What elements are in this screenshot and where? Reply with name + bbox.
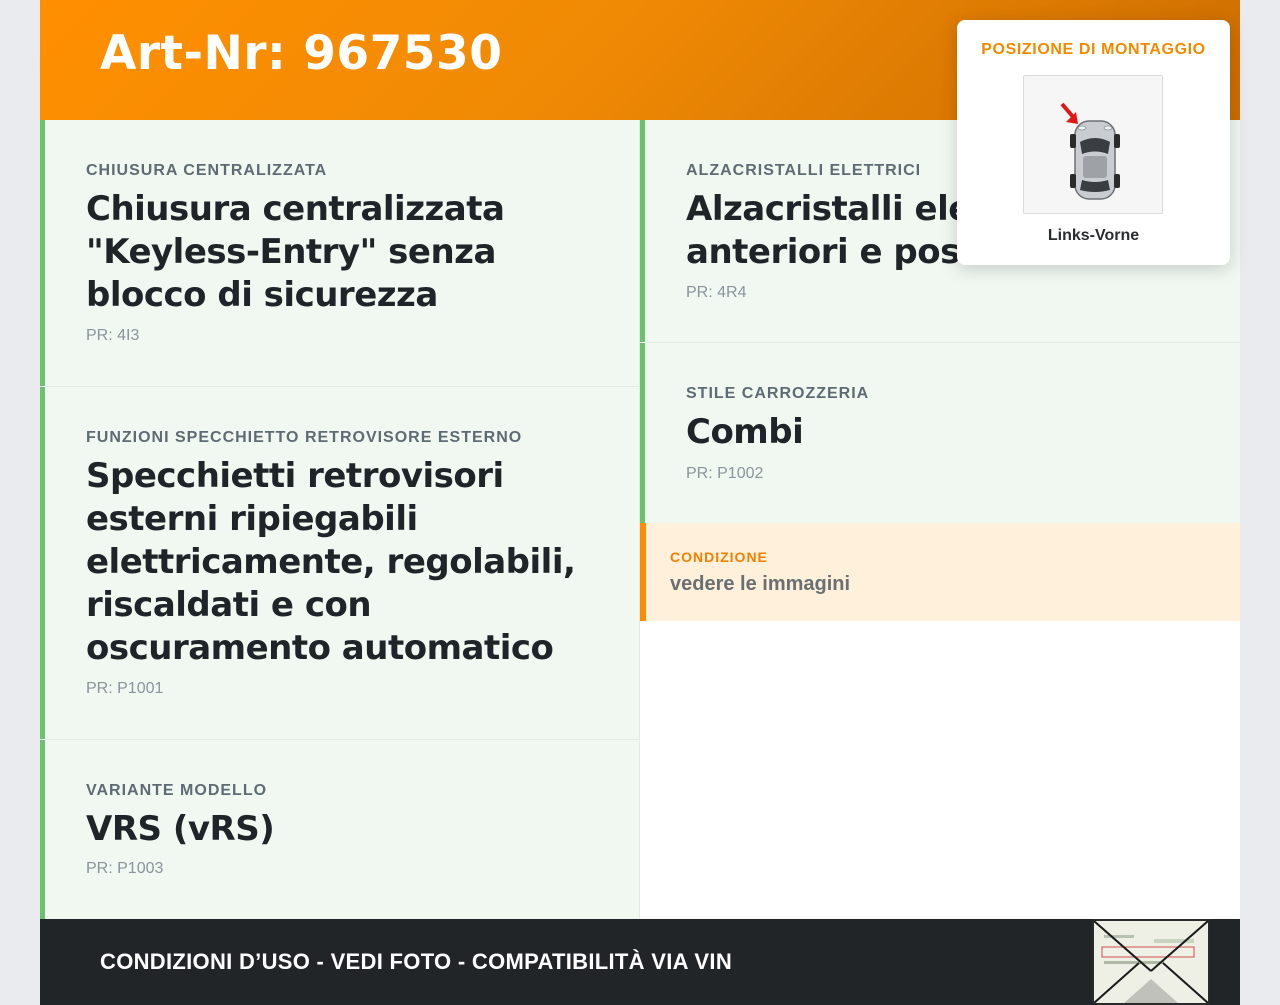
feature-pr-code: PR: 4I3	[86, 327, 140, 344]
feature-pr-code: PR: P1003	[86, 860, 164, 877]
condition-box: CONDIZIONE vedere le immagini	[640, 523, 1240, 621]
feature-card-central-locking: CHIUSURA CENTRALIZZATA Chiusura centrali…	[40, 120, 640, 386]
feature-value: Combi	[686, 412, 804, 452]
envelope-graphic	[1093, 920, 1209, 1004]
car-top-view-icon	[1023, 75, 1163, 214]
feature-label: ALZACRISTALLI ELETTRICI	[686, 162, 922, 179]
mounting-position-popover: POSIZIONE DI MONTAGGIO Links-Vorne	[957, 20, 1230, 265]
feature-label: STILE CARROZZERIA	[686, 385, 870, 402]
popover-title: POSIZIONE DI MONTAGGIO	[981, 41, 1206, 58]
feature-card-body-style: STILE CARROZZERIA Combi PR: P1002	[640, 343, 1240, 523]
condition-label: CONDIZIONE	[670, 549, 768, 565]
position-arrow	[1060, 102, 1078, 124]
feature-label: FUNZIONI SPECCHIETTO RETROVISORE ESTERNO	[86, 429, 523, 446]
feature-pr-code: PR: 4R4	[686, 284, 747, 301]
feature-pr-code: PR: P1002	[686, 465, 764, 482]
feature-label: VARIANTE MODELLO	[86, 782, 268, 799]
feature-value: Chiusura centralizzata "Keyless-Entry" s…	[86, 189, 505, 315]
feature-value: VRS (vRS)	[86, 809, 275, 849]
footer-bar: CONDIZIONI D’USO - VEDI FOTO - COMPATIBI…	[40, 919, 1240, 1005]
feature-card-mirror-functions: FUNZIONI SPECCHIETTO RETROVISORE ESTERNO…	[40, 387, 640, 739]
footer-text: CONDIZIONI D’USO - VEDI FOTO - COMPATIBI…	[100, 949, 733, 974]
feature-label: CHIUSURA CENTRALIZZATA	[86, 162, 328, 179]
article-number-title: Art-Nr: 967530	[100, 26, 503, 81]
car-diagram	[1060, 102, 1120, 200]
envelope-icon[interactable]	[1092, 919, 1210, 1005]
condition-value: vedere le immagini	[670, 573, 851, 595]
feature-pr-code: PR: P1001	[86, 680, 164, 697]
feature-card-model-variant: VARIANTE MODELLO VRS (vRS) PR: P1003	[40, 740, 640, 919]
feature-value: Specchietti retrovisori esterni ripiegab…	[86, 456, 576, 668]
mounting-position-value: Links-Vorne	[1047, 227, 1140, 244]
